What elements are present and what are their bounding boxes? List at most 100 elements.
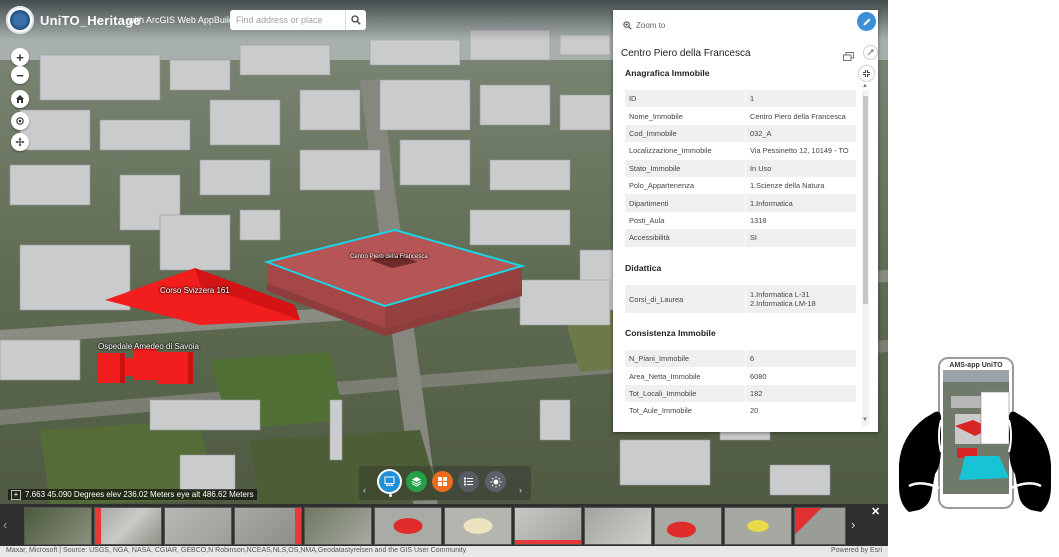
slide-thumbnail[interactable]	[724, 507, 792, 545]
attribute-table: Corsi_di_Laurea 1.Informatica L-31 2.Inf…	[625, 285, 856, 313]
attr-key: N_Piani_Immobile	[625, 350, 746, 368]
attr-value-line: 2.Informatica LM-18	[750, 299, 816, 308]
locate-button[interactable]	[11, 112, 29, 130]
slide-thumbnail[interactable]	[374, 507, 442, 545]
triangle-building-label: Corso Svizzera 161	[160, 286, 230, 295]
slide-thumbnail[interactable]	[444, 507, 512, 545]
daylight-icon	[490, 476, 501, 487]
attr-key: Corsi_di_Laurea	[625, 285, 746, 313]
collapse-button[interactable]	[859, 66, 874, 81]
zoom-in-button[interactable]: +	[11, 48, 29, 66]
hospital-building-label: Ospedale Amedeo di Savoia	[98, 342, 199, 351]
active-indicator	[389, 494, 392, 497]
layers-button[interactable]	[406, 471, 427, 492]
dock-icon	[843, 52, 854, 61]
slide-thumbnail[interactable]	[654, 507, 722, 545]
attribute-table: N_Piani_Immobile 6 Area_Netta_Immobile 608…	[625, 350, 856, 420]
gallery-prev-arrow[interactable]: ‹	[3, 517, 7, 532]
attr-value: 1	[745, 90, 856, 108]
slide-thumbnail[interactable]	[794, 507, 846, 545]
home-button[interactable]	[11, 90, 29, 108]
edit-button[interactable]	[857, 12, 876, 31]
attr-value: SI	[745, 229, 856, 247]
search-icon	[351, 15, 361, 25]
slide-thumbnail[interactable]	[94, 507, 162, 545]
table-row: Corsi_di_Laurea 1.Informatica L-31 2.Inf…	[625, 285, 856, 313]
attr-value: In Uso	[745, 159, 856, 177]
phone-in-hands-illustration: AMS-app UniTO	[899, 357, 1051, 512]
slide-thumbnail[interactable]	[304, 507, 372, 545]
attr-value: Centro Piero della Francesca	[750, 111, 846, 121]
table-row: N_Piani_Immobile 6	[625, 350, 856, 368]
coordinate-readout: + 7.663 45.090 Degrees elev 236.02 Meter…	[8, 489, 257, 500]
edit-icon	[863, 18, 870, 25]
slide-thumbnail[interactable]	[584, 507, 652, 545]
table-row: ID 1	[625, 90, 856, 108]
zoom-to-label: Zoom to	[636, 21, 666, 30]
phone-screen-title: AMS-app UniTO	[949, 362, 1003, 369]
attr-value: 20	[750, 406, 759, 416]
coordinate-toggle-icon[interactable]: +	[11, 489, 21, 500]
slide-thumbnail[interactable]	[514, 507, 582, 545]
attr-value: 1.Informatica L-31 2.Informatica LM-18	[745, 285, 856, 313]
zoom-in-icon: +	[16, 49, 24, 65]
attr-value: 182	[745, 384, 856, 403]
locate-icon	[16, 117, 24, 125]
popup-title: Centro Piero della Francesca	[621, 48, 751, 59]
zoom-out-button[interactable]: −	[11, 66, 29, 84]
close-icon[interactable]: ✕	[871, 505, 880, 518]
attr-key: Area_Netta_Immobile	[625, 367, 746, 385]
navigate-icon	[15, 137, 25, 147]
legend-icon	[464, 477, 473, 486]
search-input[interactable]	[234, 12, 350, 28]
attr-key: Stato_Immobile	[625, 159, 746, 177]
legend-button[interactable]	[458, 471, 479, 492]
zoom-to-button[interactable]: Zoom to	[623, 21, 665, 30]
float-icon	[867, 49, 874, 56]
scroll-down-arrow[interactable]: ▼	[862, 417, 868, 423]
attr-value: 1.Scienze della Natura	[750, 181, 825, 191]
widget-next-arrow[interactable]: ›	[519, 485, 522, 495]
table-row: Tot_Aule_Immobile 20	[625, 402, 856, 420]
dock-button[interactable]	[843, 48, 854, 66]
search-button[interactable]	[345, 10, 366, 30]
popup-content[interactable]: Anagrafica Immobile ID 1 Nome_Immobile Cen…	[613, 66, 859, 428]
daylight-button[interactable]	[485, 471, 506, 492]
scroll-up-arrow[interactable]: ▲	[862, 83, 868, 89]
unito-logo	[6, 6, 34, 34]
slide-thumbnail[interactable]	[164, 507, 232, 545]
table-row: Nome_Immobile Centro Piero della Francesc…	[625, 107, 856, 125]
app-title: UniTO_Heritage	[40, 13, 141, 28]
home-icon	[16, 95, 24, 103]
attr-key: ID	[625, 90, 746, 108]
navigate-button[interactable]	[11, 133, 29, 151]
attr-value: 1318	[750, 215, 767, 225]
attribution-bar: Maxar, Microsoft | Source: USGS, NGA, NA…	[0, 546, 888, 557]
table-row: Stato_Immobile In Uso	[625, 159, 856, 177]
table-row: Accessibilità SI	[625, 229, 856, 247]
slide-thumbnail[interactable]	[24, 507, 92, 545]
attr-value: Via Pessinetto 12, 10149 - TO	[750, 146, 849, 156]
widgets-button[interactable]	[432, 471, 453, 492]
attr-value-line: 1.Informatica L-31	[750, 290, 810, 299]
scrollbar-thumb[interactable]	[863, 96, 868, 304]
table-row: Tot_Locali_Immobile 182	[625, 384, 856, 403]
layers-icon	[411, 477, 422, 487]
app-window: Centro Piero della Francesca Corso Svizz…	[0, 0, 888, 557]
widget-prev-arrow[interactable]: ‹	[363, 485, 366, 495]
zoom-to-icon	[623, 21, 632, 30]
gallery-next-arrow[interactable]: ›	[851, 517, 855, 532]
slide-gallery: ‹ › ✕	[0, 504, 888, 546]
popup-scrollbar[interactable]	[862, 90, 869, 426]
attr-key: Localizzazione_Immobile	[625, 142, 746, 160]
attr-key: Polo_Appartenenza	[625, 176, 746, 195]
float-button[interactable]	[863, 45, 878, 60]
section-title: Anagrafica Immobile	[625, 68, 710, 78]
attr-value: 6080	[750, 371, 767, 381]
attr-key: Cod_Immobile	[625, 124, 746, 143]
basemap-gallery-button[interactable]	[379, 471, 400, 492]
slide-thumbnail[interactable]	[234, 507, 302, 545]
attr-key: Dipartimenti	[625, 194, 746, 212]
powered-by-esri[interactable]: Powered by Esri	[831, 547, 882, 554]
table-row: Dipartimenti 1.Informatica	[625, 194, 856, 212]
